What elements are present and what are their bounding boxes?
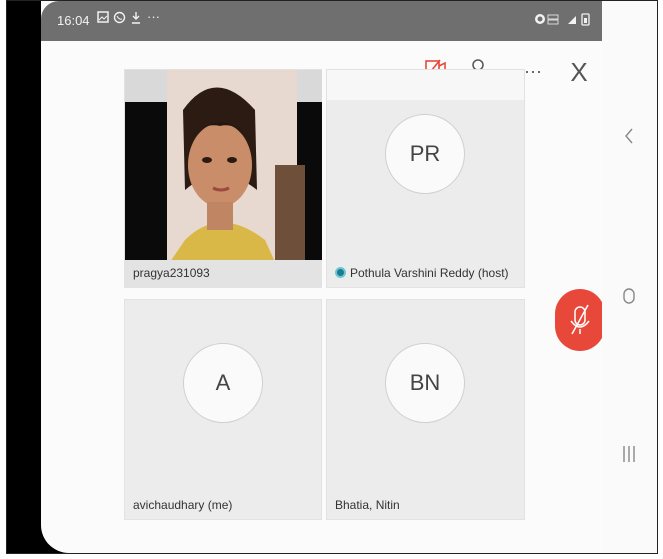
tile-header-strip	[327, 70, 524, 100]
more-icon: ···	[147, 9, 160, 24]
close-button[interactable]: X	[563, 56, 595, 88]
battery-icon	[581, 13, 590, 26]
download-icon	[131, 11, 141, 27]
avatar: A	[183, 343, 263, 423]
volte-icon	[547, 14, 559, 25]
home-nav-button[interactable]	[614, 281, 644, 311]
participant-video	[125, 70, 322, 260]
home-icon	[623, 288, 635, 304]
recents-icon	[623, 446, 635, 462]
participant-name: Pothula Varshini Reddy (host)	[327, 260, 524, 287]
participant-name: Bhatia, Nitin	[327, 492, 524, 519]
participant-name-text: Pothula Varshini Reddy (host)	[350, 266, 509, 280]
participant-tile-me[interactable]: A avichaudhary (me)	[124, 299, 322, 520]
recents-nav-button[interactable]	[614, 439, 644, 469]
avatar: PR	[385, 114, 465, 194]
status-bar: 16:04 ···	[41, 1, 602, 41]
mute-mic-button[interactable]	[555, 289, 602, 351]
chevron-left-icon	[625, 128, 633, 144]
back-nav-button[interactable]	[614, 121, 644, 151]
signal-icon	[568, 16, 576, 24]
participant-name: avichaudhary (me)	[125, 492, 321, 519]
meeting-screen: 16:04 ··· ··· X pragya231093 PR Pothula …	[41, 1, 602, 553]
status-time: 16:04	[57, 13, 90, 28]
status-right-icons	[534, 12, 592, 29]
avatar: BN	[385, 343, 465, 423]
participant-tile-video[interactable]: pragya231093	[124, 69, 322, 288]
participant-tile[interactable]: BN Bhatia, Nitin	[326, 299, 525, 520]
system-navigation-bar	[602, 1, 657, 553]
image-icon	[97, 11, 109, 26]
device-frame: 16:04 ··· ··· X pragya231093 PR Pothula …	[6, 0, 658, 554]
participant-name: pragya231093	[125, 260, 321, 287]
participant-tile-host[interactable]: PR Pothula Varshini Reddy (host)	[326, 69, 525, 288]
alarm-icon	[535, 14, 545, 24]
presence-icon	[335, 267, 346, 279]
whatsapp-icon	[113, 11, 126, 27]
mic-off-icon	[570, 304, 590, 335]
